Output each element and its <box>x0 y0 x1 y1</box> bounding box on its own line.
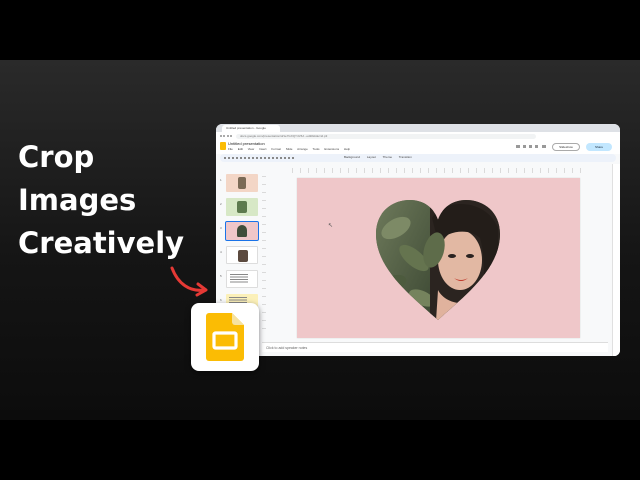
browser-window: Untitled presentation - Google docs.goog… <box>216 124 620 356</box>
menu-edit[interactable]: Edit <box>238 147 243 151</box>
background-button[interactable]: Background <box>344 155 360 159</box>
filmstrip: 1 2 3 4 5 6 <box>220 168 260 312</box>
nav-buttons-icon[interactable] <box>220 135 232 137</box>
menu-help[interactable]: Help <box>344 147 350 151</box>
letterbox-top <box>0 0 640 60</box>
slide-editor: ↖ <box>262 168 608 338</box>
slide-number: 1 <box>220 178 222 182</box>
slides-logo-icon[interactable] <box>220 142 226 150</box>
toolbar: Background Layout Theme Transition <box>220 154 616 162</box>
headline-line-3: Creatively <box>18 226 185 260</box>
slide-thumbnail-5[interactable] <box>226 270 258 288</box>
browser-tab[interactable]: Untitled presentation - Google <box>222 125 280 132</box>
document-title[interactable]: Untitled presentation <box>228 141 265 146</box>
menu-slide[interactable]: Slide <box>286 147 293 151</box>
headline-line-2: Images <box>18 183 137 217</box>
arrow-icon <box>170 266 208 297</box>
toolbar-icons[interactable] <box>224 157 294 159</box>
slides-app-badge <box>191 303 259 371</box>
heart-image[interactable] <box>374 198 502 321</box>
thumbnail-image <box>237 201 247 213</box>
slide-number: 4 <box>220 250 222 254</box>
menu-view[interactable]: View <box>248 147 254 151</box>
slide-thumbnail-3[interactable] <box>225 221 259 241</box>
thumbnail-image <box>238 177 246 189</box>
slide-thumbnail-4[interactable] <box>226 246 258 264</box>
menu-extensions[interactable]: Extensions <box>324 147 339 151</box>
speaker-notes[interactable]: Click to add speaker notes <box>262 342 608 352</box>
workspace: 1 2 3 4 5 6 ↖ Click to add speaker notes <box>216 164 620 356</box>
side-panel-rail[interactable] <box>612 164 620 356</box>
headline-line-1: Crop <box>18 140 95 174</box>
slide-thumbnail-2[interactable] <box>226 198 258 216</box>
headline: Crop Images Creatively <box>18 136 184 265</box>
menu-tools[interactable]: Tools <box>313 147 320 151</box>
slide-canvas[interactable]: ↖ <box>297 178 580 338</box>
vertical-ruler <box>262 176 266 336</box>
slide-thumbnail-1[interactable] <box>226 174 258 192</box>
letterbox-bottom <box>0 420 640 480</box>
address-bar-row: docs.google.com/presentation/d/1e7GXQY4V… <box>216 132 620 140</box>
menu-file[interactable]: File <box>228 147 233 151</box>
share-button[interactable]: Share <box>586 143 612 151</box>
layout-button[interactable]: Layout <box>367 155 376 159</box>
slides-logo-icon <box>206 313 244 361</box>
menu-format[interactable]: Format <box>271 147 281 151</box>
theme-button[interactable]: Theme <box>383 155 392 159</box>
cursor-icon: ↖ <box>328 223 334 229</box>
menu-bar: File Edit View Insert Format Slide Arran… <box>228 147 354 151</box>
thumbnail-image <box>237 225 247 237</box>
slideshow-button[interactable]: Slideshow <box>552 143 580 151</box>
app-header: Untitled presentation File Edit View Ins… <box>216 140 620 154</box>
header-icons[interactable] <box>516 145 546 148</box>
horizontal-ruler <box>292 168 582 173</box>
thumbnail-text <box>230 274 248 284</box>
thumbnail-image <box>238 250 248 262</box>
menu-insert[interactable]: Insert <box>259 147 267 151</box>
slide-number: 5 <box>220 274 222 278</box>
address-bar[interactable]: docs.google.com/presentation/d/1e7GXQY4V… <box>236 134 536 139</box>
browser-tab-strip: Untitled presentation - Google <box>216 124 620 132</box>
toolbar-items: Background Layout Theme Transition <box>344 155 418 159</box>
menu-arrange[interactable]: Arrange <box>297 147 308 151</box>
slide-number: 3 <box>220 226 222 230</box>
slide-number: 2 <box>220 202 222 206</box>
slide-number: 6 <box>220 298 222 302</box>
transition-button[interactable]: Transition <box>399 155 412 159</box>
